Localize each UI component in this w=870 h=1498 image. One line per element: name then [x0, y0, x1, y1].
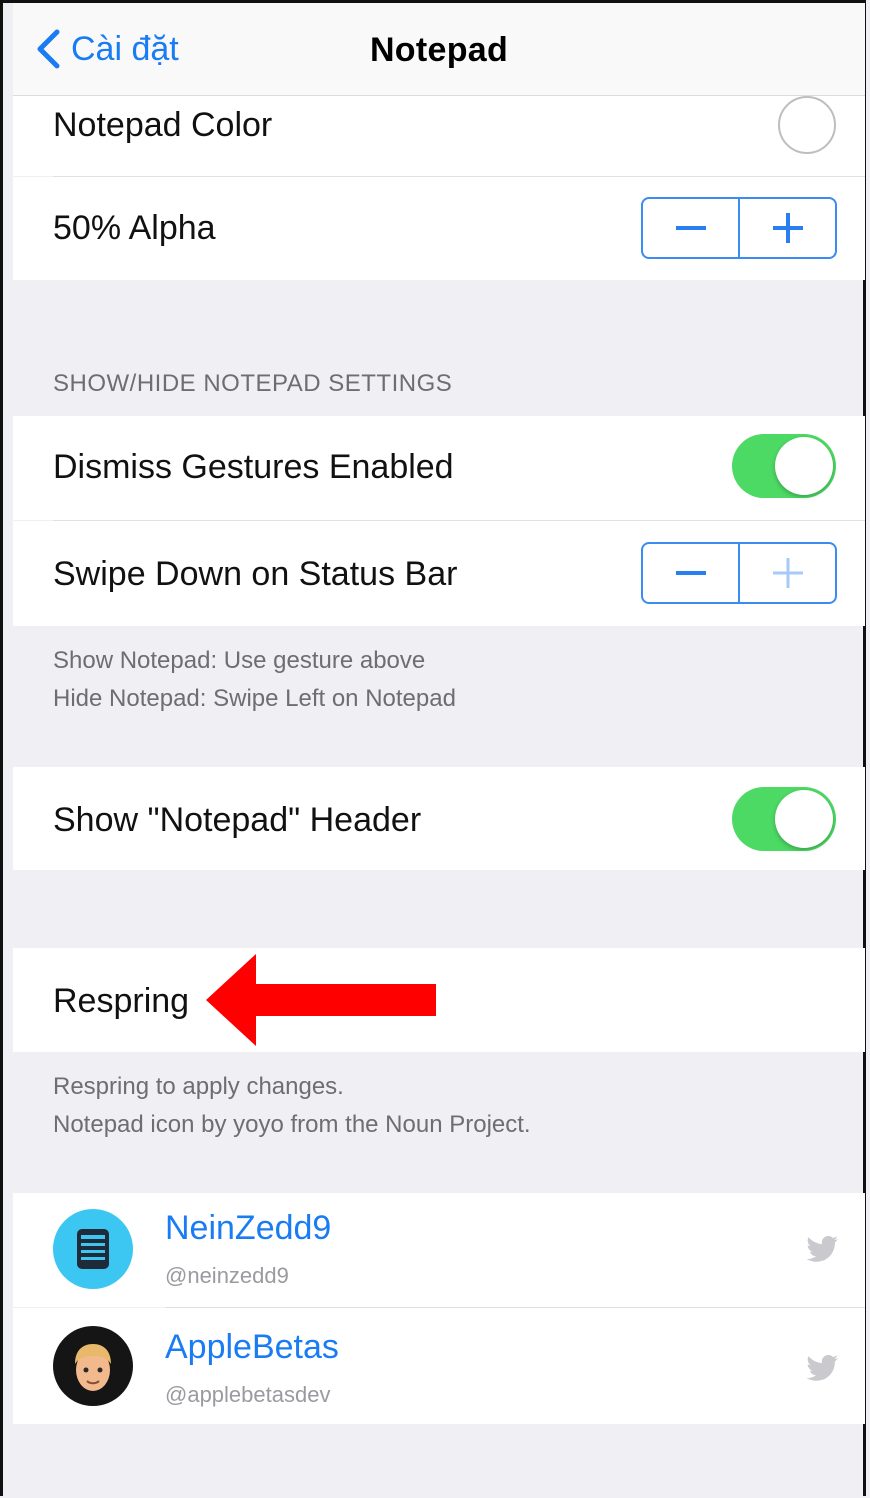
- plus-icon: [772, 213, 803, 243]
- contact-row[interactable]: AppleBetas @applebetasdev: [13, 1308, 865, 1424]
- respring-footer: Respring to apply changes. Notepad icon …: [53, 1068, 531, 1144]
- toggle-knob: [775, 790, 833, 848]
- contact-name[interactable]: AppleBetas: [165, 1328, 339, 1367]
- twitter-bird-icon[interactable]: [805, 1354, 839, 1384]
- navigation-bar: Cài đặt Notepad: [13, 3, 865, 96]
- section-header: SHOW/HIDE NOTEPAD SETTINGS: [53, 370, 453, 397]
- swipe-down-row: Swipe Down on Status Bar: [13, 521, 865, 626]
- page-title: Notepad: [369, 31, 509, 69]
- notepad-icon: [77, 1229, 109, 1269]
- toggle-knob: [775, 437, 833, 495]
- show-header-toggle[interactable]: [732, 787, 836, 851]
- plus-icon: [772, 558, 803, 588]
- swipe-down-increment-button[interactable]: [738, 544, 835, 602]
- alpha-increment-button[interactable]: [738, 199, 835, 257]
- notepad-color-label: Notepad Color: [53, 106, 273, 144]
- respring-footer-line2: Notepad icon by yoyo from the Noun Proje…: [53, 1111, 531, 1138]
- contact-handle: @neinzedd9: [165, 1263, 289, 1288]
- swipe-down-stepper[interactable]: [641, 542, 837, 604]
- avatar: [53, 1326, 133, 1406]
- red-arrow-annotation: [206, 954, 436, 1046]
- minus-icon: [675, 226, 706, 230]
- alpha-decrement-button[interactable]: [643, 199, 738, 257]
- dismiss-gestures-label: Dismiss Gestures Enabled: [53, 448, 454, 486]
- respring-footer-line1: Respring to apply changes.: [53, 1073, 344, 1100]
- color-swatch[interactable]: [778, 96, 836, 154]
- minus-icon: [675, 571, 706, 575]
- gesture-footer: Show Notepad: Use gesture above Hide Not…: [53, 642, 456, 718]
- contact-row[interactable]: NeinZedd9 @neinzedd9: [13, 1193, 865, 1307]
- alpha-label: 50% Alpha: [53, 209, 216, 247]
- notepad-color-row[interactable]: Notepad Color: [13, 96, 865, 176]
- memoji-avatar-icon: [75, 1344, 111, 1391]
- respring-button[interactable]: Respring: [53, 982, 189, 1021]
- contact-name[interactable]: NeinZedd9: [165, 1209, 331, 1248]
- avatar: [53, 1209, 133, 1289]
- alpha-stepper[interactable]: [641, 197, 837, 259]
- alpha-row: 50% Alpha: [13, 177, 865, 280]
- twitter-bird-icon[interactable]: [805, 1235, 839, 1265]
- dismiss-gestures-toggle[interactable]: [732, 434, 836, 498]
- swipe-down-label: Swipe Down on Status Bar: [53, 555, 458, 593]
- gesture-footer-line2: Hide Notepad: Swipe Left on Notepad: [53, 685, 456, 712]
- show-header-label: Show "Notepad" Header: [53, 801, 422, 839]
- gesture-footer-line1: Show Notepad: Use gesture above: [53, 647, 426, 674]
- respring-row[interactable]: Respring: [13, 948, 865, 1052]
- show-header-row: Show "Notepad" Header: [13, 767, 865, 870]
- contact-handle: @applebetasdev: [165, 1382, 331, 1407]
- swipe-down-decrement-button[interactable]: [643, 544, 738, 602]
- dismiss-gestures-row: Dismiss Gestures Enabled: [13, 416, 865, 520]
